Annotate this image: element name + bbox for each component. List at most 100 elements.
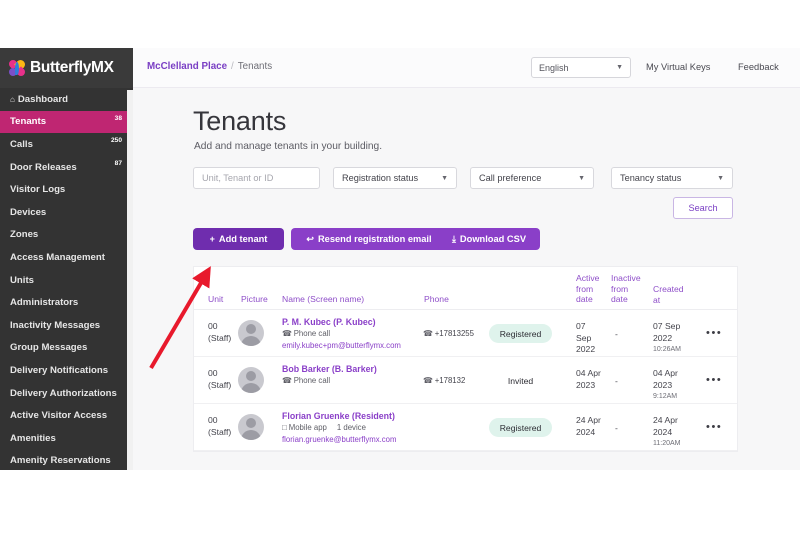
column-header-picture[interactable]: Picture [241, 294, 268, 305]
add-tenant-label: Add tenant [218, 234, 268, 244]
add-tenant-button[interactable]: + Add tenant [193, 228, 284, 250]
sidebar-item-label: Amenities [10, 432, 56, 444]
my-virtual-keys-link[interactable]: My Virtual Keys [646, 62, 710, 72]
created-date: 07 Sep 2022 [653, 321, 681, 343]
sidebar-item-badge: 87 [114, 159, 122, 167]
tenants-table: Unit Picture Name (Screen name) Phone Ac… [193, 266, 738, 452]
main-content: McClelland Place / Tenants English ▼ My Vi… [133, 48, 800, 470]
page-body: Tenants Add and manage tenants in your b… [133, 88, 800, 470]
column-header-unit[interactable]: Unit [208, 294, 223, 305]
column-header-name[interactable]: Name (Screen name) [282, 294, 364, 305]
table-row[interactable]: 00 (Staff) Florian Gruenke (Resident) □ Mobi… [194, 404, 737, 451]
cell-contact-method: ☎ Phone call [282, 329, 330, 338]
butterfly-logo-icon [7, 57, 27, 78]
sidebar-item-amenities[interactable]: Amenities [0, 427, 133, 450]
call-preference-select[interactable]: Call preference ▼ [470, 167, 594, 189]
sidebar-item-amenity-reservations[interactable]: Amenity Reservations [0, 450, 133, 471]
tenant-name-link[interactable]: P. M. Kubec (P. Kubec) [282, 317, 376, 327]
row-actions-menu-icon[interactable]: ••• [706, 374, 722, 386]
sidebar-item-inactivity-messages[interactable]: Inactivity Messages [0, 314, 133, 337]
sidebar-item-door-releases[interactable]: Door Releases 87 [0, 156, 133, 179]
tenant-name-link[interactable]: Florian Gruenke (Resident) [282, 411, 395, 421]
sidebar-item-calls[interactable]: Calls 250 [0, 133, 133, 156]
cell-unit: 00 (Staff) [208, 321, 231, 344]
tenancy-status-select[interactable]: Tenancy status ▼ [611, 167, 733, 189]
contact-method-label: Mobile app [288, 423, 327, 432]
app-logo-text: ButterflyMX [30, 59, 114, 76]
sidebar-item-delivery-notifications[interactable]: Delivery Notifications [0, 359, 133, 382]
sidebar-item-label: Delivery Authorizations [10, 387, 117, 399]
column-header-created-at[interactable]: Created at [653, 284, 684, 305]
download-csv-button[interactable]: ⤓ Download CSV [438, 228, 540, 250]
chevron-down-icon: ▼ [578, 174, 585, 182]
sidebar-item-administrators[interactable]: Administrators [0, 291, 133, 314]
sidebar-nav-list: ⌂ Dashboard Tenants 38 Calls 250 Door Releases… [0, 88, 133, 470]
table-row[interactable]: 00 (Staff) P. M. Kubec (P. Kubec) ☎ Phone ca… [194, 310, 737, 357]
sidebar-item-access-management[interactable]: Access Management [0, 246, 133, 269]
sidebar-item-label: Access Management [10, 251, 105, 263]
phone-icon: ☎ [423, 329, 433, 338]
status-badge: Registered [489, 324, 552, 343]
feedback-link[interactable]: Feedback [738, 62, 779, 72]
search-button[interactable]: Search [673, 197, 733, 219]
sidebar-item-label: Dashboard [17, 93, 68, 105]
column-header-inactive-from-date[interactable]: Inactive from date [611, 273, 641, 305]
column-header-phone[interactable]: Phone [424, 294, 449, 305]
contact-method-label: Phone call [293, 376, 331, 385]
sidebar-item-delivery-authorizations[interactable]: Delivery Authorizations [0, 382, 133, 405]
tenant-email-link[interactable]: florian.gruenke@butterflymx.com [282, 435, 397, 444]
chevron-down-icon: ▼ [441, 174, 448, 182]
breadcrumb-building-link[interactable]: McClelland Place [147, 61, 227, 72]
row-actions-menu-icon[interactable]: ••• [706, 421, 722, 433]
created-time: 10:26AM [653, 346, 682, 353]
table-row[interactable]: 00 (Staff) Bob Barker (B. Barker) ☎ Phone ca… [194, 357, 737, 404]
breadcrumb: McClelland Place / Tenants [147, 61, 272, 72]
unit-role: (Staff) [208, 332, 232, 343]
column-header-active-from-date[interactable]: Active from date [576, 273, 602, 305]
cell-created-at: 24 Apr 2024 11:20AM [653, 415, 687, 450]
avatar [238, 367, 264, 393]
unit-number: 00 [208, 415, 218, 425]
sidebar-item-dashboard[interactable]: ⌂ Dashboard [0, 88, 133, 111]
sidebar-item-label: Administrators [10, 297, 79, 309]
breadcrumb-separator: / [231, 61, 234, 72]
phone-icon: ☎ [282, 376, 292, 385]
tenant-email-link[interactable]: emily.kubec+pm@butterflymx.com [282, 341, 401, 350]
tenant-name-link[interactable]: Bob Barker (B. Barker) [282, 364, 377, 374]
resend-registration-email-button[interactable]: ↩ Resend registration email [291, 228, 447, 250]
chevron-down-icon: ▼ [717, 174, 724, 182]
sidebar-item-units[interactable]: Units [0, 269, 133, 292]
table-body: 00 (Staff) P. M. Kubec (P. Kubec) ☎ Phone ca… [194, 310, 737, 451]
resend-registration-email-label: Resend registration email [317, 234, 432, 244]
sidebar-item-label: Tenants [10, 116, 47, 128]
sidebar-item-group-messages[interactable]: Group Messages [0, 337, 133, 360]
sidebar-item-active-visitor-access[interactable]: Active Visitor Access [0, 404, 133, 427]
sidebar-item-devices[interactable]: Devices [0, 201, 133, 224]
contact-method-label: Phone call [293, 329, 331, 338]
download-csv-label: Download CSV [459, 234, 527, 244]
sidebar-item-badge: 250 [110, 137, 122, 145]
unit-role: (Staff) [208, 379, 232, 390]
registration-status-select[interactable]: Registration status ▼ [333, 167, 457, 189]
sidebar-item-zones[interactable]: Zones [0, 224, 133, 247]
app-window: ButterflyMX ⌂ Dashboard Tenants 38 Calls 250 D… [0, 48, 800, 470]
language-select[interactable]: English ▼ [531, 57, 631, 78]
sidebar-item-visitor-logs[interactable]: Visitor Logs [0, 178, 133, 201]
device-count: 1 device [336, 423, 366, 432]
sidebar-item-label: Door Releases [10, 161, 77, 173]
avatar [238, 320, 264, 346]
search-input[interactable]: Unit, Tenant or ID [193, 167, 320, 189]
resend-arrow-icon: ↩ [306, 233, 314, 244]
sidebar-item-tenants[interactable]: Tenants 38 [0, 110, 133, 134]
row-actions-menu-icon[interactable]: ••• [706, 327, 722, 339]
sidebar-item-label: Delivery Notifications [10, 364, 109, 376]
app-logo[interactable]: ButterflyMX [0, 48, 133, 88]
cell-inactive-from-date: - [615, 423, 618, 433]
phone-icon: ☎ [282, 329, 292, 338]
cell-phone: ☎ +178132 [423, 376, 465, 385]
page-title: Tenants [193, 106, 287, 136]
unit-role: (Staff) [208, 426, 232, 437]
page-subtitle: Add and manage tenants in your building. [194, 141, 383, 152]
cell-unit: 00 (Staff) [208, 368, 231, 391]
sidebar-item-label: Zones [10, 229, 39, 241]
